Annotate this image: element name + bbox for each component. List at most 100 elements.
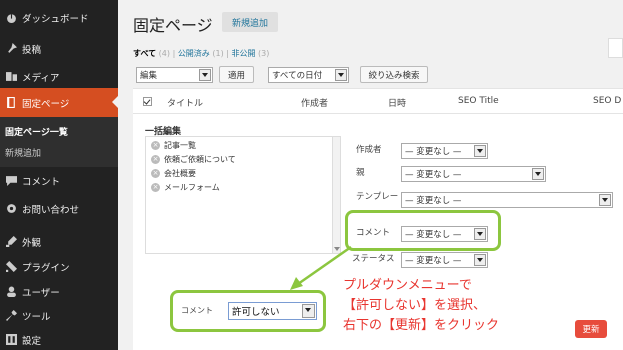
submenu-add-new[interactable]: 新規追加 bbox=[5, 146, 41, 159]
comment-highlight-box bbox=[345, 210, 501, 251]
status-value: — 変更なし — bbox=[405, 256, 462, 266]
plugins-icon bbox=[0, 261, 22, 272]
sidebar-item-label: プラグイン bbox=[22, 262, 70, 274]
current-menu-arrow bbox=[112, 96, 118, 108]
sidebar-item-contact[interactable]: お問い合わせ bbox=[0, 194, 118, 223]
author-select[interactable]: — 変更なし — bbox=[401, 143, 488, 159]
wrench-icon bbox=[0, 310, 22, 321]
chevron-down-icon bbox=[474, 145, 486, 157]
dashboard-icon bbox=[0, 12, 22, 23]
remove-icon[interactable]: × bbox=[151, 183, 160, 192]
list-item: × メールフォーム bbox=[151, 182, 220, 193]
list-item: × 会社概要 bbox=[151, 168, 196, 179]
sidebar-item-media[interactable]: メディア bbox=[0, 62, 118, 91]
chevron-down-icon bbox=[532, 168, 544, 180]
callout-comment-label: コメント bbox=[181, 306, 213, 315]
sidebar-item-settings[interactable]: 設定 bbox=[0, 325, 118, 350]
date-filter-value: すべての日付 bbox=[272, 71, 323, 81]
sidebar-item-label: 固定ページ bbox=[22, 98, 70, 110]
gear-icon bbox=[0, 203, 22, 214]
sidebar-item-dashboard[interactable]: ダッシュボード bbox=[0, 3, 118, 32]
sidebar-item-label: メディア bbox=[22, 72, 60, 84]
sidebar-item-label: お問い合わせ bbox=[22, 204, 80, 216]
sidebar-item-label: ダッシュボード bbox=[22, 13, 89, 25]
note-line: 右下の【更新】をクリック bbox=[343, 318, 500, 333]
page-name: メールフォーム bbox=[164, 183, 220, 192]
column-title[interactable]: タイトル bbox=[167, 96, 203, 109]
column-seo-desc[interactable]: SEO D bbox=[593, 96, 621, 106]
filter-private[interactable]: 非公開 bbox=[232, 49, 256, 58]
select-all-checkbox[interactable] bbox=[143, 97, 152, 106]
note-line: プルダウンメニューで bbox=[343, 278, 472, 293]
filter-separator: | bbox=[226, 49, 229, 58]
filter-all[interactable]: すべて bbox=[133, 49, 156, 58]
add-new-button[interactable]: 新規追加 bbox=[222, 12, 278, 32]
parent-value: — 変更なし — bbox=[405, 170, 462, 180]
callout-comment-value: 許可しない bbox=[232, 307, 280, 318]
chevron-down-icon bbox=[199, 69, 211, 81]
table-header: タイトル 作成者 日時 SEO Title SEO D bbox=[133, 88, 623, 114]
screen-options-edge bbox=[608, 38, 623, 58]
chevron-down-icon bbox=[474, 254, 486, 266]
list-item: × 記事一覧 bbox=[151, 140, 196, 151]
column-seo-title[interactable]: SEO Title bbox=[458, 96, 499, 106]
page-name: 会社概要 bbox=[164, 169, 196, 178]
list-scrollbar[interactable] bbox=[332, 137, 340, 253]
apply-button[interactable]: 適用 bbox=[219, 66, 254, 83]
filter-separator: | bbox=[172, 49, 176, 58]
status-filter-links: すべて (4) | 公開済み (1) | 非公開 (3) bbox=[133, 48, 269, 59]
column-date[interactable]: 日時 bbox=[388, 96, 406, 109]
appearance-icon bbox=[0, 236, 22, 247]
status-label: ステータス bbox=[352, 254, 395, 264]
remove-icon[interactable]: × bbox=[151, 169, 160, 178]
pages-submenu: 固定ページ一覧 新規追加 bbox=[0, 117, 118, 167]
sidebar-item-label: ユーザー bbox=[22, 287, 60, 299]
date-filter-select[interactable]: すべての日付 bbox=[268, 67, 349, 83]
pin-icon bbox=[0, 43, 22, 54]
settings-icon bbox=[0, 334, 22, 345]
sidebar-item-label: ツール bbox=[22, 311, 51, 323]
sidebar-item-label: 外観 bbox=[22, 237, 42, 249]
template-label: テンプレート bbox=[356, 192, 398, 202]
filter-private-count: (3) bbox=[258, 49, 270, 58]
chevron-down-icon bbox=[335, 69, 347, 81]
selected-pages-list: × 記事一覧 × 依頼ご依頼について × 会社概要 × メールフォーム bbox=[145, 136, 341, 254]
sidebar-item-comments[interactable]: コメント bbox=[0, 166, 118, 195]
page-title: 固定ページ bbox=[133, 16, 213, 35]
status-select[interactable]: — 変更なし — bbox=[401, 252, 488, 268]
sidebar-item-label: 投稿 bbox=[22, 44, 42, 56]
remove-icon[interactable]: × bbox=[151, 141, 160, 150]
sidebar-item-label: 設定 bbox=[22, 335, 42, 347]
template-select[interactable]: — 変更なし — bbox=[401, 192, 613, 208]
filter-button[interactable]: 絞り込み検索 bbox=[360, 66, 428, 83]
submenu-all-pages[interactable]: 固定ページ一覧 bbox=[5, 125, 68, 138]
chevron-down-icon bbox=[599, 194, 611, 206]
template-value: — 変更なし — bbox=[405, 196, 462, 206]
media-icon bbox=[0, 71, 22, 82]
user-icon bbox=[0, 286, 22, 297]
sidebar-item-label: コメント bbox=[22, 176, 61, 188]
parent-label: 親 bbox=[356, 168, 365, 178]
page-name: 依頼ご依頼について bbox=[164, 155, 236, 164]
update-button[interactable]: 更新 bbox=[575, 320, 607, 338]
sidebar-item-posts[interactable]: 投稿 bbox=[0, 34, 118, 63]
bulk-action-value: 編集 bbox=[140, 71, 158, 81]
page-name: 記事一覧 bbox=[164, 141, 196, 150]
author-label: 作成者 bbox=[356, 145, 382, 155]
remove-icon[interactable]: × bbox=[151, 155, 160, 164]
author-value: — 変更なし — bbox=[405, 147, 462, 157]
parent-select[interactable]: — 変更なし — bbox=[401, 166, 546, 182]
filter-published[interactable]: 公開済み bbox=[178, 49, 210, 58]
comments-icon bbox=[0, 175, 22, 186]
sidebar-item-pages[interactable]: 固定ページ bbox=[0, 88, 118, 117]
note-line: 【許可しない】を選択、 bbox=[343, 298, 487, 313]
chevron-down-icon bbox=[302, 304, 315, 318]
filter-all-count: (4) bbox=[158, 49, 171, 58]
list-item: × 依頼ご依頼について bbox=[151, 154, 236, 165]
callout-comment-select[interactable]: 許可しない bbox=[228, 302, 317, 320]
bulk-action-select[interactable]: 編集 bbox=[136, 67, 213, 83]
filter-published-count: (1) bbox=[212, 49, 224, 58]
pages-icon bbox=[0, 97, 22, 108]
admin-sidebar: ダッシュボード 投稿 メディア 固定ページ 固定ページ一覧 新規追加 コメント … bbox=[0, 0, 118, 350]
instruction-note: プルダウンメニューで 【許可しない】を選択、 右下の【更新】をクリック bbox=[343, 276, 499, 336]
